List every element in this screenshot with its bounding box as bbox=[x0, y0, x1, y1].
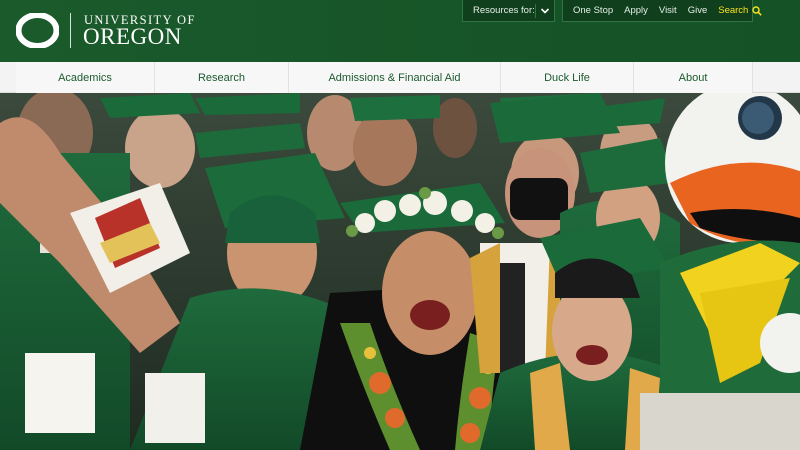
nav-item-academics[interactable]: Academics bbox=[16, 62, 155, 93]
nav-item-about[interactable]: About bbox=[634, 62, 753, 93]
search-icon bbox=[752, 5, 763, 16]
nav-item-duck-life[interactable]: Duck Life bbox=[501, 62, 634, 93]
logo-oregon[interactable]: OREGON bbox=[83, 24, 182, 50]
nav-item-admissions[interactable]: Admissions & Financial Aid bbox=[289, 62, 501, 93]
resources-for-dropdown[interactable]: Resources for: bbox=[462, 0, 555, 22]
chevron-down-icon[interactable] bbox=[536, 7, 554, 15]
hero-illustration bbox=[0, 93, 800, 450]
search-label: Search bbox=[718, 5, 749, 16]
o-logo-icon[interactable] bbox=[16, 13, 59, 48]
main-nav: Academics Research Admissions & Financia… bbox=[0, 62, 800, 93]
visit-link[interactable]: Visit bbox=[659, 5, 677, 16]
one-stop-link[interactable]: One Stop bbox=[573, 5, 613, 16]
utility-bar: One Stop Apply Visit Give Search bbox=[562, 0, 763, 22]
resources-for-label: Resources for: bbox=[473, 5, 535, 16]
nav-item-research[interactable]: Research bbox=[155, 62, 289, 93]
graduates-celebrating-photo bbox=[0, 93, 800, 450]
apply-link[interactable]: Apply bbox=[624, 5, 648, 16]
give-link[interactable]: Give bbox=[688, 5, 708, 16]
search-button[interactable]: Search bbox=[718, 5, 763, 16]
site-header: UNIVERSITY OF OREGON Resources for: One … bbox=[0, 0, 800, 62]
logo-divider bbox=[70, 13, 71, 48]
